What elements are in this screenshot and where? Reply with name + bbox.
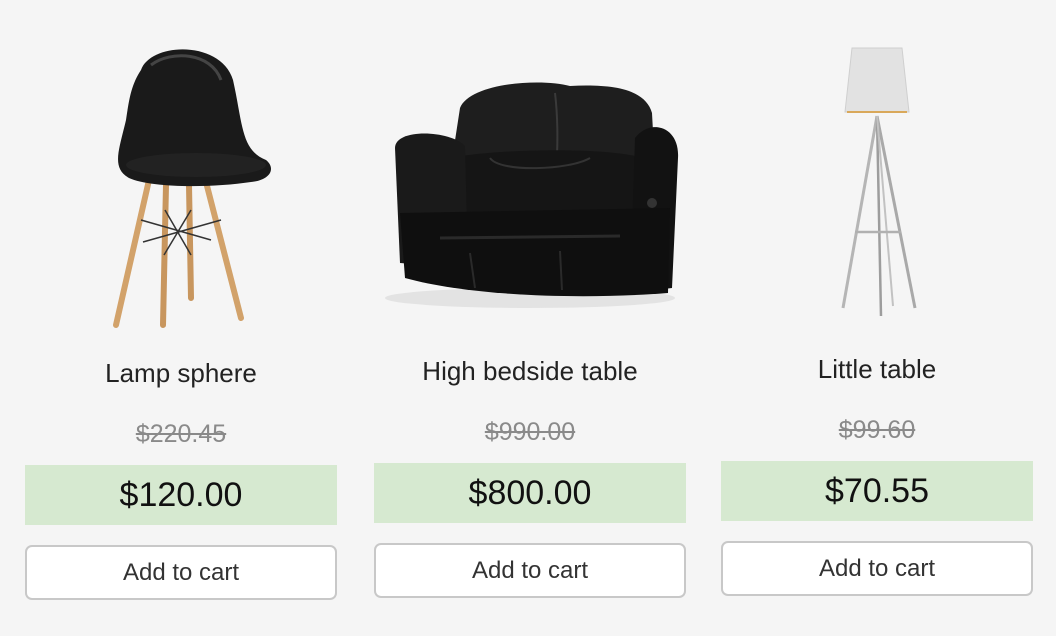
product-title[interactable]: Lamp sphere [25, 358, 337, 389]
add-to-cart-button[interactable]: Add to cart [721, 541, 1033, 596]
sofa-image [385, 82, 679, 308]
chair-image [113, 49, 271, 328]
product-image-floor-lamp[interactable] [721, 36, 1033, 326]
old-price: $220.45 [135, 420, 227, 448]
old-price: $990.00 [484, 418, 576, 446]
product-grid: Lamp sphere $220.45 $120.00 Add to cart [0, 0, 1056, 636]
floor-lamp-image [841, 47, 917, 317]
product-image-chair[interactable] [25, 40, 337, 330]
current-price: $800.00 [374, 463, 686, 523]
old-price: $99.60 [838, 416, 916, 444]
current-price: $120.00 [25, 465, 337, 525]
product-title[interactable]: Little table [721, 354, 1033, 385]
current-price: $70.55 [721, 461, 1033, 521]
product-image-sofa[interactable] [374, 38, 686, 328]
product-title[interactable]: High bedside table [374, 356, 686, 387]
add-to-cart-button[interactable]: Add to cart [374, 543, 686, 598]
add-to-cart-button[interactable]: Add to cart [25, 545, 337, 600]
